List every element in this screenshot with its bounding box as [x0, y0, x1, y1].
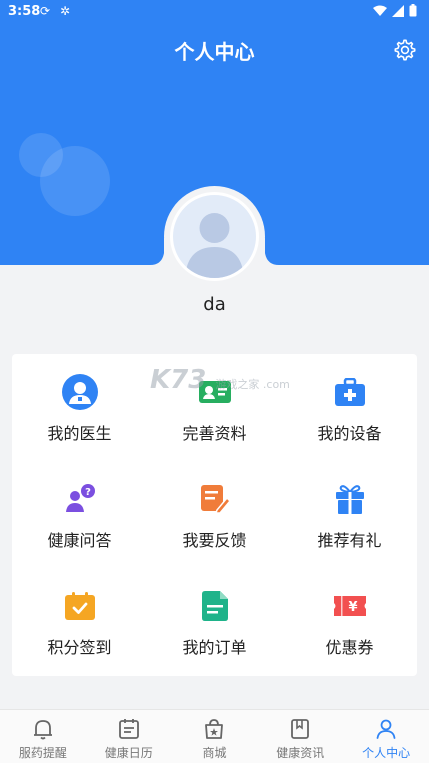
wifi-icon: [373, 5, 387, 16]
menu-item-referral[interactable]: 推荐有礼: [282, 461, 417, 568]
signal-icon: [392, 4, 404, 17]
profile-card-icon: [197, 374, 233, 410]
gear-icon[interactable]: [393, 38, 417, 62]
question-user-icon: ?: [62, 481, 98, 517]
menu-item-points-checkin[interactable]: 积分签到: [12, 568, 147, 675]
order-document-icon: [197, 588, 233, 624]
menu-item-my-doctor[interactable]: 我的医生: [12, 354, 147, 461]
menu-label: 积分签到: [47, 638, 112, 657]
menu-item-health-qa[interactable]: ? 健康问答: [12, 461, 147, 568]
avatar[interactable]: [170, 192, 259, 281]
menu-label: 优惠券: [325, 638, 374, 657]
bookmark-book-icon: [291, 719, 310, 739]
battery-icon: [409, 4, 417, 17]
coupon-yen-icon: ¥: [332, 588, 368, 624]
menu-item-coupons[interactable]: ¥ 优惠券: [282, 568, 417, 675]
calendar-check-icon: [62, 588, 98, 624]
status-time: 3:58: [8, 4, 41, 19]
menu-label: 我的订单: [182, 638, 247, 657]
menu-item-complete-profile[interactable]: 完善资料: [147, 354, 282, 461]
tab-personal-center[interactable]: 个人中心: [343, 710, 429, 763]
username: da: [203, 294, 226, 315]
menu-grid: 我的医生 完善资料 我的设备 ? 健康问答 我要反馈 推荐有礼 积分签到 我的订…: [12, 354, 417, 676]
tab-label: 商城: [202, 746, 227, 760]
avatar-frame: [164, 186, 265, 287]
menu-item-my-orders[interactable]: 我的订单: [147, 568, 282, 675]
tab-health-calendar[interactable]: 健康日历: [86, 710, 172, 763]
menu-label: 推荐有礼: [317, 531, 382, 550]
menu-item-feedback[interactable]: 我要反馈: [147, 461, 282, 568]
menu-label: 我要反馈: [182, 531, 247, 550]
sync-icon: ⟳: [40, 4, 51, 18]
bottom-tab-bar: 服药提醒 健康日历 商城 健康资讯 个人中心: [0, 709, 429, 763]
decor-bubble-large: [40, 146, 110, 216]
tab-label: 健康日历: [104, 746, 153, 760]
tab-label: 健康资讯: [276, 746, 325, 760]
svg-text:?: ?: [85, 487, 91, 498]
tab-label: 服药提醒: [18, 746, 67, 760]
bell-icon: [33, 720, 52, 740]
menu-item-my-devices[interactable]: 我的设备: [282, 354, 417, 461]
tab-mall[interactable]: 商城: [172, 710, 258, 763]
person-icon: [376, 719, 396, 739]
shopping-bag-icon: [205, 719, 224, 739]
tab-medication-reminder[interactable]: 服药提醒: [0, 710, 86, 763]
page-title: 个人中心: [174, 40, 255, 64]
doctor-icon: [61, 374, 98, 410]
svg-text:¥: ¥: [348, 600, 357, 615]
calendar-icon: [118, 719, 139, 739]
menu-label: 完善资料: [182, 424, 247, 443]
default-user-icon: [185, 213, 244, 278]
tab-label: 个人中心: [362, 746, 411, 760]
menu-label: 健康问答: [47, 531, 112, 550]
tab-health-news[interactable]: 健康资讯: [257, 710, 343, 763]
gift-icon: [332, 481, 368, 517]
medical-kit-icon: [332, 374, 368, 410]
feedback-edit-icon: [197, 481, 233, 517]
menu-label: 我的医生: [47, 424, 112, 443]
status-bar: 3:58 ⟳ ✲: [0, 0, 429, 24]
menu-label: 我的设备: [317, 424, 382, 443]
bug-icon: ✲: [60, 4, 71, 18]
